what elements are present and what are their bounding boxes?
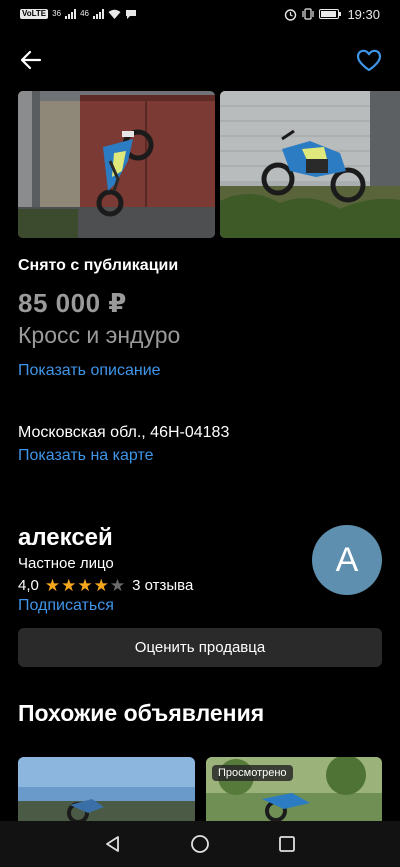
status-bar-left: VoLTE 36 46 [20,9,137,20]
listing-status: Снято с публикации [18,257,179,274]
star-icon: ★ [44,575,61,595]
back-triangle-icon [106,836,120,852]
home-circle-icon [191,835,209,853]
show-on-map-link[interactable]: Показать на карте [18,447,153,465]
network-46-label: 46 [80,9,89,18]
signal-icon [65,9,77,19]
listing-category: Кросс и эндуро [18,322,181,348]
battery-icon [319,9,342,19]
nav-home-button[interactable] [180,824,220,864]
network-36-label: 36 [52,9,62,18]
top-app-bar [0,36,400,84]
motorcycle-photo-1 [18,91,215,238]
back-button[interactable] [14,44,48,76]
photo-gallery[interactable] [18,91,400,238]
listing-price: 85 000 ₽ [18,288,127,318]
clock: 19:30 [347,6,380,22]
subscribe-link[interactable]: Подписаться [18,597,114,615]
star-icon: ★ [61,575,77,595]
signal-icon-2 [92,9,104,19]
similar-listing-photo [18,757,195,821]
rate-seller-button[interactable]: Оценить продавца [18,628,382,667]
volte-badge: VoLTE [20,9,49,19]
rating-value: 4,0 [18,576,39,594]
motorcycle-photo-2 [220,91,400,238]
nav-recents-button[interactable] [267,824,307,864]
star-icon: ★ [77,575,93,595]
chat-bubble-icon [125,9,136,19]
alarm-icon [285,8,297,21]
show-description-link[interactable]: Показать описание [18,362,161,380]
seller-name[interactable]: алексей [18,524,113,552]
arrow-left-icon [20,50,42,70]
status-bar: VoLTE 36 46 19:30 [0,0,400,28]
similar-listing-card[interactable]: Просмотрено [206,757,382,821]
seller-avatar[interactable]: А [312,525,382,595]
seller-type: Частное лицо [18,555,114,572]
heart-outline-icon [356,49,382,71]
seller-rating[interactable]: 4,0 ★ ★ ★ ★ ★ 3 отзыва [18,575,193,595]
similar-listing-card[interactable] [18,757,195,821]
star-empty-icon: ★ [109,575,126,595]
viewed-badge: Просмотрено [212,765,293,781]
system-nav-bar [0,821,400,867]
vibrate-icon [302,8,315,20]
favorite-button[interactable] [352,44,386,76]
listing-photo-2[interactable] [220,91,400,238]
similar-listings-title: Похожие объявления [18,700,265,726]
nav-back-button[interactable] [93,824,133,864]
reviews-count: 3 отзыва [132,576,194,594]
listing-address: Московская обл., 46Н-04183 [18,424,230,441]
rating-stars: ★ ★ ★ ★ ★ [45,577,125,594]
star-icon: ★ [93,575,109,595]
listing-photo-1[interactable] [18,91,215,238]
recents-square-icon [278,836,295,852]
wifi-icon [108,9,121,19]
status-bar-right: 19:30 [284,7,380,22]
